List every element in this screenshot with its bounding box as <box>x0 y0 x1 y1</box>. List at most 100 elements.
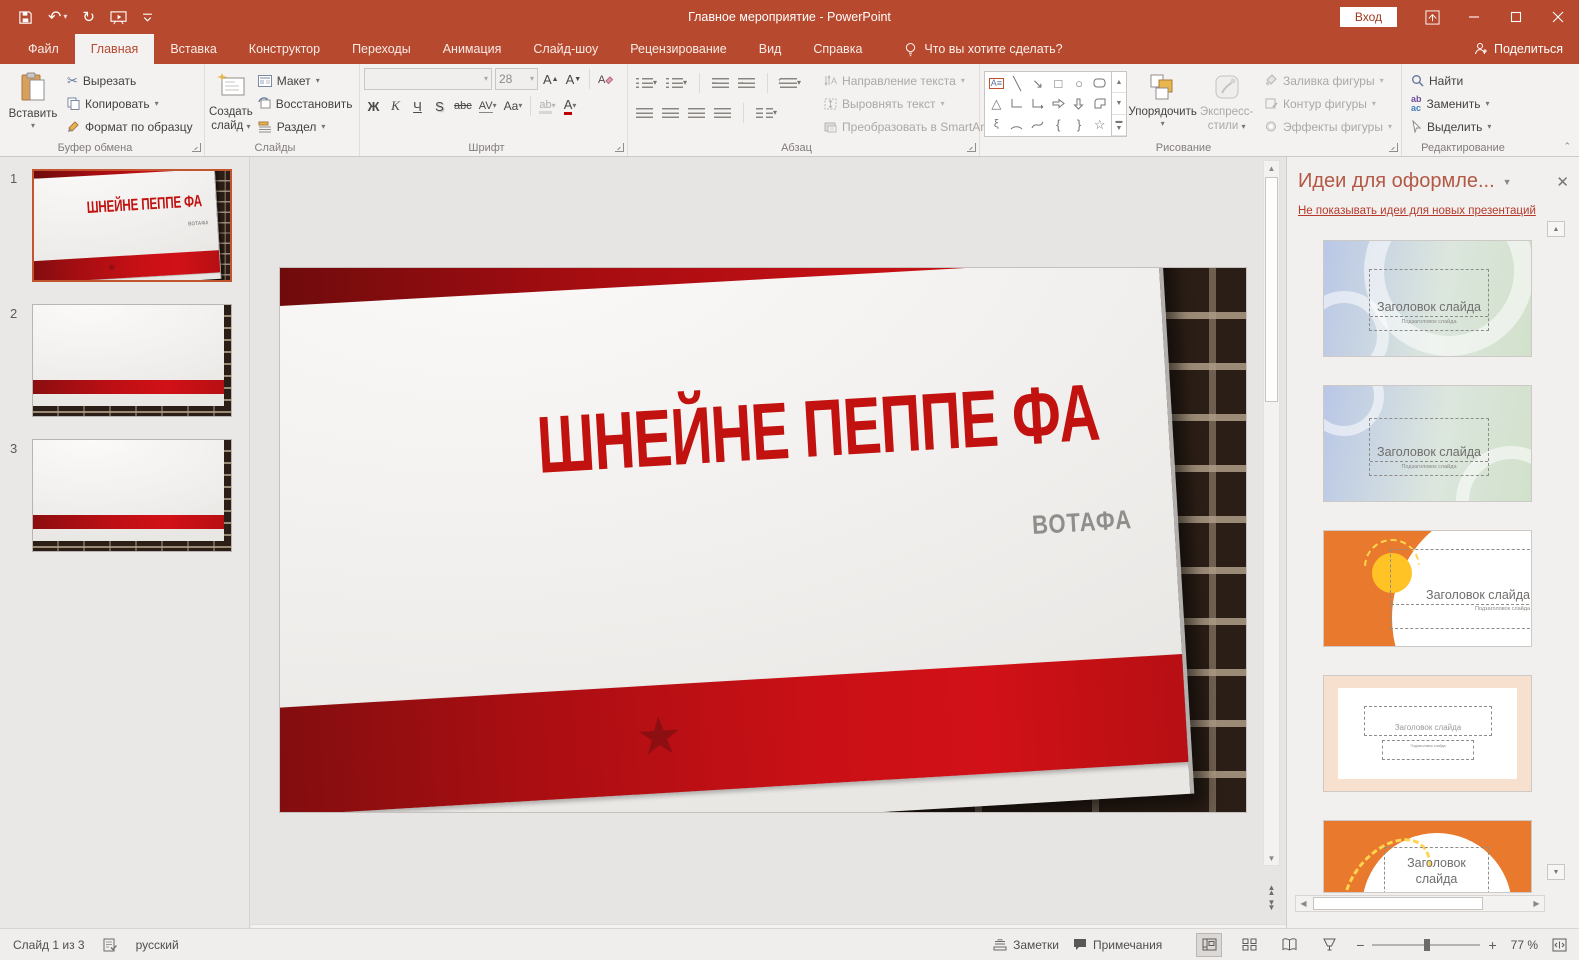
shapes-scroll-down-icon[interactable]: ▼ <box>1112 93 1126 114</box>
copy-button[interactable]: Копировать▾ <box>62 93 198 114</box>
fit-to-window-icon[interactable] <box>1552 938 1567 952</box>
redo-icon[interactable]: ↻ <box>82 8 95 26</box>
editor-vertical-scrollbar[interactable]: ▲ ▼ <box>1263 160 1280 866</box>
shape-triangle-icon[interactable]: △ <box>991 97 1001 110</box>
align-center-icon[interactable] <box>662 107 679 119</box>
slide-sorter-view-button[interactable] <box>1236 933 1262 957</box>
close-icon[interactable] <box>1537 0 1579 34</box>
increase-indent-icon[interactable] <box>738 77 755 89</box>
undo-icon[interactable]: ↶▾ <box>48 7 67 27</box>
slide-editor-area[interactable]: ШНЕЙНЕ ПЕППЕ ФА ВОТАФА ★ ▲ ▼ ▲▲ ▼▼ <box>251 157 1285 928</box>
decrease-font-icon[interactable]: A▼ <box>564 69 584 90</box>
start-slideshow-icon[interactable] <box>110 10 127 25</box>
zoom-out-icon[interactable]: − <box>1356 937 1364 953</box>
zoom-slider[interactable] <box>1372 944 1480 946</box>
shape-right-arrow-icon[interactable] <box>1052 98 1065 109</box>
shape-corner-icon[interactable] <box>1094 98 1106 109</box>
underline-button[interactable]: Ч <box>408 96 427 117</box>
tab-help[interactable]: Справка <box>797 34 878 64</box>
format-painter-button[interactable]: Формат по образцу <box>62 116 198 137</box>
text-direction-button[interactable]: A Направление текста▾ <box>819 70 1002 91</box>
shape-curve-icon[interactable] <box>1031 120 1044 130</box>
design-idea-1[interactable]: Заголовок слайда Подзаголовок слайда <box>1323 240 1532 357</box>
quick-styles-button[interactable]: Экспресс-стили ▾ <box>1198 67 1255 139</box>
bold-button[interactable]: Ж <box>364 96 383 117</box>
clear-formatting-icon[interactable]: A <box>596 69 615 90</box>
reading-view-button[interactable] <box>1276 933 1302 957</box>
shape-elbow-connector-icon[interactable] <box>1011 98 1023 109</box>
shape-freeform-icon[interactable]: ξ <box>994 119 999 130</box>
character-spacing-button[interactable]: AV▾ <box>477 96 499 117</box>
shape-oval-icon[interactable]: ○ <box>1075 77 1083 90</box>
save-icon[interactable] <box>18 10 33 25</box>
shape-left-brace-icon[interactable]: { <box>1056 118 1060 131</box>
next-slide-icon[interactable]: ▼▼ <box>1268 901 1276 910</box>
design-horizontal-scrollbar[interactable]: ◀ ▶ <box>1295 895 1545 912</box>
language-indicator[interactable]: русский <box>136 938 179 952</box>
design-scroll-up-icon[interactable]: ▲ <box>1547 221 1565 237</box>
shape-elbow-arrow-icon[interactable] <box>1032 98 1044 109</box>
comments-button[interactable]: Примечания <box>1073 938 1162 952</box>
collapse-ribbon-icon[interactable]: ⌃ <box>1563 141 1571 152</box>
hscroll-right-icon[interactable]: ▶ <box>1529 899 1544 908</box>
line-spacing-icon[interactable]: ▾ <box>780 77 801 89</box>
align-left-icon[interactable] <box>636 107 653 119</box>
slide-thumbnail-3[interactable] <box>32 439 232 552</box>
design-idea-5[interactable]: Заголовокслайда <box>1323 820 1532 893</box>
panel-options-icon[interactable]: ▼ <box>1503 177 1512 187</box>
stop-showing-ideas-link[interactable]: Не показывать идеи для новых презентаций <box>1298 205 1536 217</box>
zoom-level[interactable]: 77 % <box>1511 938 1538 952</box>
font-color-button[interactable]: А▾ <box>561 96 580 117</box>
zoom-slider-thumb[interactable] <box>1424 939 1430 951</box>
increase-font-icon[interactable]: A▲ <box>541 69 561 90</box>
decrease-indent-icon[interactable] <box>712 77 729 89</box>
strikethrough-button[interactable]: abc <box>452 96 474 117</box>
arrange-button[interactable]: Упорядочить▾ <box>1127 67 1198 139</box>
tab-home[interactable]: Главная <box>75 34 155 64</box>
drawing-dialog-launcher[interactable] <box>1389 143 1398 152</box>
justify-icon[interactable] <box>714 107 731 119</box>
highlight-color-button[interactable]: ab▾ <box>537 96 557 117</box>
share-button[interactable]: Поделиться <box>1474 34 1579 64</box>
italic-button[interactable]: К <box>386 96 405 117</box>
shapes-scroll-up-icon[interactable]: ▲ <box>1112 72 1126 93</box>
shape-rectangle-icon[interactable]: □ <box>1054 77 1062 90</box>
shape-rounded-rectangle-icon[interactable] <box>1093 78 1106 88</box>
spell-check-icon[interactable] <box>103 938 118 952</box>
slideshow-view-button[interactable] <box>1316 933 1342 957</box>
find-button[interactable]: Найти <box>1406 70 1496 91</box>
cut-button[interactable]: ✂Вырезать <box>62 70 198 91</box>
ribbon-display-options-icon[interactable] <box>1411 0 1453 34</box>
tab-view[interactable]: Вид <box>743 34 798 64</box>
scroll-down-icon[interactable]: ▼ <box>1264 851 1279 865</box>
sign-in-button[interactable]: Вход <box>1340 7 1397 27</box>
convert-smartart-button[interactable]: Преобразовать в SmartArt▾ <box>819 116 1002 137</box>
clipboard-dialog-launcher[interactable] <box>192 143 201 152</box>
slide-counter[interactable]: Слайд 1 из 3 <box>13 938 85 952</box>
minimize-icon[interactable] <box>1453 0 1495 34</box>
design-idea-2[interactable]: Заголовок слайда Подзаголовок слайда <box>1323 385 1532 502</box>
shapes-more-icon[interactable]: ▬▼ <box>1112 115 1126 136</box>
change-case-button[interactable]: Aa▾ <box>502 96 525 117</box>
slide-thumbnail-2[interactable] <box>32 304 232 417</box>
align-text-button[interactable]: Выровнять текст▾ <box>819 93 1002 114</box>
design-idea-4[interactable]: Заголовок слайда Подзаголовок слайда <box>1323 675 1532 792</box>
normal-view-button[interactable] <box>1196 933 1222 957</box>
shape-down-arrow-icon[interactable] <box>1073 98 1084 110</box>
numbering-icon[interactable]: ▾ <box>666 77 687 89</box>
shape-textbox-icon[interactable]: A≡ <box>989 78 1004 89</box>
tab-design[interactable]: Конструктор <box>233 34 336 64</box>
customize-qat-icon[interactable] <box>142 12 153 23</box>
tell-me-box[interactable]: Что вы хотите сделать? <box>904 34 1062 64</box>
tab-insert[interactable]: Вставка <box>154 34 232 64</box>
shapes-gallery[interactable]: A≡ ╲ ↘ □ ○ △ ξ { } ☆ <box>984 71 1112 137</box>
design-scroll-down-icon[interactable]: ▼ <box>1547 864 1565 880</box>
slide-subtitle[interactable]: ВОТАФА <box>935 504 1133 547</box>
tab-animations[interactable]: Анимация <box>427 34 518 64</box>
paste-button[interactable]: Вставить▾ <box>4 67 62 139</box>
scrollbar-thumb[interactable] <box>1265 177 1278 402</box>
shape-effects-button[interactable]: Эффекты фигуры▾ <box>1259 116 1397 137</box>
tab-file[interactable]: Файл <box>12 34 75 64</box>
font-dialog-launcher[interactable] <box>615 143 624 152</box>
columns-icon[interactable]: ▾ <box>756 107 777 119</box>
